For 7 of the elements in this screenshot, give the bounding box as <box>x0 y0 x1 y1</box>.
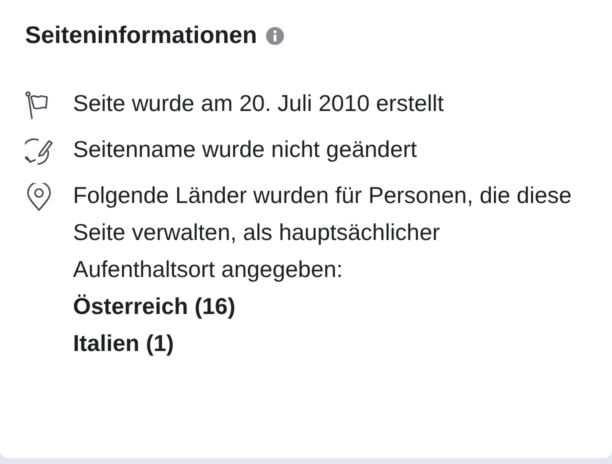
country-entry: Österreich (16) <box>73 292 236 321</box>
country-entry: Italien (1) <box>73 329 175 358</box>
section-title: Seiteninformationen <box>25 22 258 50</box>
info-text: Seitenname wurde nicht geändert <box>73 135 418 164</box>
info-text: Folgende Länder wurden für Personen, die diese Seite verwalten, als hauptsächlicher Aufenthaltsort angegeben: <box>73 181 573 284</box>
info-icon[interactable] <box>265 26 286 46</box>
info-text: Seite wurde am 20. Juli 2010 erstellt <box>73 89 445 118</box>
